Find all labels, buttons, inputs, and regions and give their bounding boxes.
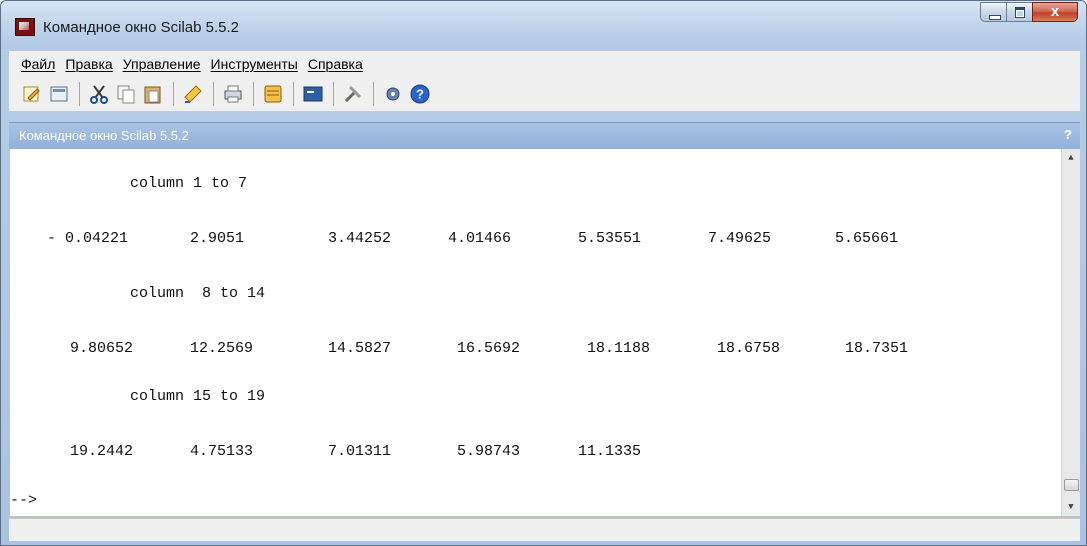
status-bar: [9, 518, 1080, 541]
value-cell: 5.98743: [457, 443, 521, 460]
value-cell: 18.6758: [717, 340, 781, 357]
open-icon[interactable]: [48, 83, 70, 105]
toolbar-separator: [253, 81, 254, 106]
panel-title: Командное окно Scilab 5.5.2: [19, 128, 189, 143]
title-bar[interactable]: Командное окно Scilab 5.5.2 x: [1, 1, 1086, 49]
toolbar: ?: [9, 76, 1080, 111]
paste-icon[interactable]: [142, 83, 164, 105]
value-cell: 9.80652: [70, 340, 134, 357]
menu-control[interactable]: Управление: [123, 56, 201, 72]
help-icon[interactable]: ?: [409, 83, 431, 105]
column-header-1: column 1 to 7: [130, 175, 248, 192]
value-cell: 11.1335: [578, 443, 642, 460]
value-cell: 12.2569: [190, 340, 254, 357]
value-cell: 14.5827: [328, 340, 392, 357]
toolbar-separator: [173, 81, 174, 106]
minimize-button[interactable]: [980, 2, 1007, 22]
column-header-2: column 8 to 14: [130, 285, 266, 302]
value-cell: 19.2442: [70, 443, 134, 460]
maximize-button[interactable]: [1006, 2, 1033, 22]
cut-icon[interactable]: [88, 83, 110, 105]
menu-help[interactable]: Справка: [308, 56, 363, 72]
window-title: Командное окно Scilab 5.5.2: [43, 19, 239, 36]
console-icon[interactable]: [302, 83, 324, 105]
column-header-3: column 15 to 19: [130, 388, 266, 405]
value-cell: 5.53551: [578, 230, 642, 247]
scroll-thumb[interactable]: [1064, 479, 1079, 491]
value-cell: 7.49625: [708, 230, 772, 247]
menu-tools[interactable]: Инструменты: [211, 56, 298, 72]
scroll-up-arrow-icon[interactable]: ▲: [1062, 149, 1080, 167]
console-panel-header: Командное окно Scilab 5.5.2 ?: [9, 122, 1080, 149]
variable-browser-icon[interactable]: [262, 83, 284, 105]
value-cell: 7.01311: [328, 443, 392, 460]
print-icon[interactable]: [222, 83, 244, 105]
scroll-down-arrow-icon[interactable]: ▼: [1062, 498, 1080, 516]
toolbar-separator: [79, 81, 80, 106]
value-cell: 18.1188: [587, 340, 651, 357]
value-cell: 3.44252: [328, 230, 392, 247]
scilab-app-icon: [15, 18, 35, 36]
close-button[interactable]: x: [1032, 2, 1078, 22]
value-cell: 5.65661: [835, 230, 899, 247]
preferences-icon[interactable]: [342, 83, 364, 105]
vertical-scrollbar[interactable]: ▲ ▼: [1061, 149, 1080, 516]
clear-console-icon[interactable]: [182, 83, 204, 105]
toolbar-separator: [293, 81, 294, 106]
menu-bar: Файл Правка Управление Инструменты Справ…: [9, 50, 1080, 76]
value-cell: - 0.04221: [47, 230, 129, 247]
menu-edit[interactable]: Правка: [65, 56, 112, 72]
toolbar-separator: [373, 81, 374, 106]
menu-file[interactable]: Файл: [21, 56, 55, 72]
console-output[interactable]: column 1 to 7 - 0.04221 2.9051 3.44252 4…: [9, 149, 1080, 517]
modules-icon[interactable]: [382, 83, 404, 105]
value-cell: 2.9051: [190, 230, 245, 247]
scilab-window: Командное окно Scilab 5.5.2 x Файл Правк…: [0, 0, 1087, 546]
value-cell: 4.01466: [448, 230, 512, 247]
svg-text:?: ?: [416, 86, 424, 101]
toolbar-separator: [333, 81, 334, 106]
new-script-icon[interactable]: [21, 83, 43, 105]
window-controls: x: [980, 2, 1078, 24]
value-cell: 18.7351: [845, 340, 909, 357]
panel-help-button[interactable]: ?: [1064, 127, 1072, 142]
value-cell: 16.5692: [457, 340, 521, 357]
value-cell: 4.75133: [190, 443, 254, 460]
command-prompt[interactable]: -->: [10, 492, 37, 509]
toolbar-separator: [213, 81, 214, 106]
copy-icon[interactable]: [115, 83, 137, 105]
